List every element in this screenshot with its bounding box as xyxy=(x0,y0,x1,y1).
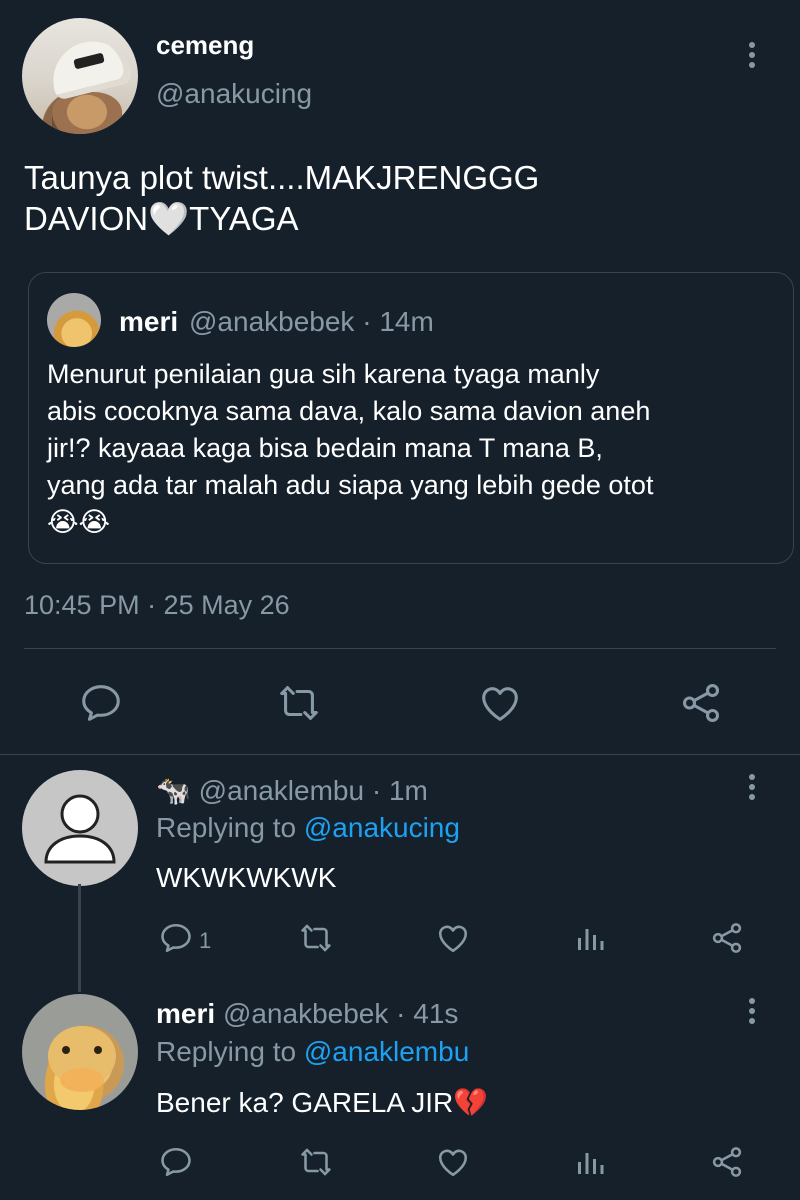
more-icon[interactable] xyxy=(749,998,757,1028)
author-name[interactable]: cemeng xyxy=(156,30,254,61)
quoted-tweet-text: Menurut penilaian gua sih karena tyaga m… xyxy=(47,359,654,537)
analytics-icon[interactable] xyxy=(572,1144,608,1180)
analytics-icon[interactable] xyxy=(572,920,608,956)
reply-icon[interactable] xyxy=(158,920,194,956)
author-handle[interactable]: @anakucing xyxy=(156,78,312,110)
retweet-icon[interactable] xyxy=(276,680,322,726)
divider xyxy=(0,754,800,755)
like-icon[interactable] xyxy=(477,680,523,726)
reply-header: 🐄 @anaklembu · 1m xyxy=(156,774,428,807)
tweet-text: Taunya plot twist....MAKJRENGGG DAVION🤍T… xyxy=(24,159,540,237)
thread-line xyxy=(78,884,81,992)
reply-author-avatar[interactable] xyxy=(22,994,138,1110)
retweet-icon[interactable] xyxy=(298,1144,334,1180)
reply-icon[interactable] xyxy=(158,1144,194,1180)
like-icon[interactable] xyxy=(435,1144,471,1180)
reply-author-name[interactable]: 🐄 xyxy=(156,775,191,806)
share-icon[interactable] xyxy=(678,680,724,726)
reply-author-avatar[interactable] xyxy=(22,770,138,886)
replying-to: Replying to @anaklembu xyxy=(156,1036,469,1068)
replying-to-prefix: Replying to xyxy=(156,1036,304,1067)
reply-text: Bener ka? GARELA JIR💔 xyxy=(156,1087,489,1118)
retweet-icon[interactable] xyxy=(298,920,334,956)
quoted-tweet[interactable]: meri @anakbebek · 14m Menurut penilaian … xyxy=(28,272,794,564)
replying-to-handle[interactable]: @anakucing xyxy=(304,812,460,843)
divider xyxy=(24,648,776,649)
more-icon[interactable] xyxy=(749,774,757,804)
reply-icon[interactable] xyxy=(78,680,124,726)
reply-author-name[interactable]: meri xyxy=(156,998,215,1029)
share-icon[interactable] xyxy=(709,920,745,956)
reply-count: 1 xyxy=(199,928,212,953)
author-avatar[interactable] xyxy=(22,18,138,134)
tweet-timestamp[interactable]: 10:45 PM · 25 May 26 xyxy=(24,590,290,621)
replying-to-prefix: Replying to xyxy=(156,812,304,843)
more-icon[interactable] xyxy=(749,42,757,72)
replying-to-handle[interactable]: @anaklembu xyxy=(304,1036,469,1067)
reply-text: WKWKWKWK xyxy=(156,862,337,893)
share-icon[interactable] xyxy=(709,1144,745,1180)
reply-author-meta[interactable]: @anaklembu · 1m xyxy=(199,775,428,806)
reply-header: meri @anakbebek · 41s xyxy=(156,998,458,1030)
quoted-author-meta: @anakbebek · 14m xyxy=(189,306,434,337)
quoted-author-name: meri xyxy=(119,306,179,337)
replying-to: Replying to @anakucing xyxy=(156,812,460,844)
reply-author-meta[interactable]: @anakbebek · 41s xyxy=(223,998,458,1029)
like-icon[interactable] xyxy=(435,920,471,956)
quoted-author-avatar xyxy=(47,293,101,347)
